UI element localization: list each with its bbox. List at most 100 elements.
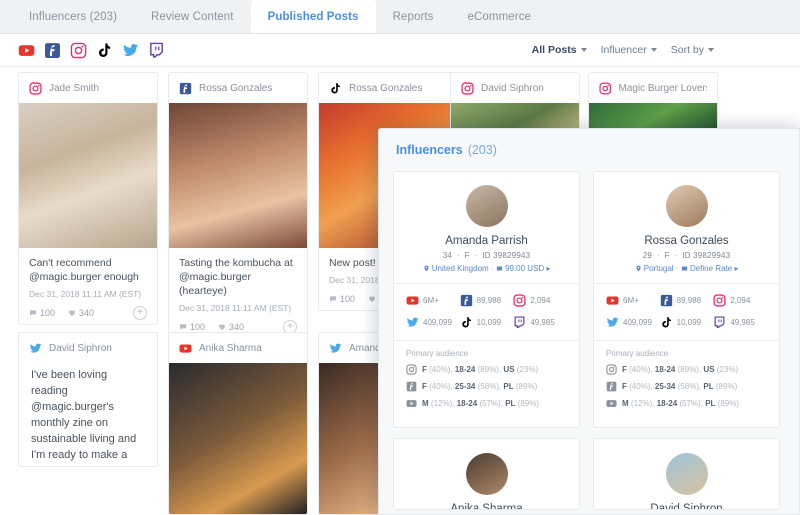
divider	[594, 283, 779, 284]
instagram-icon	[606, 364, 617, 375]
audience-age-pct: (57%)	[479, 399, 500, 408]
stat-tiktok: 10,099	[460, 316, 514, 329]
influencer-id: ID 39829943	[682, 251, 730, 260]
post-card[interactable]: Anika Sharma	[168, 332, 308, 515]
tab-ecommerce[interactable]: eCommerce	[451, 0, 549, 33]
divider	[594, 340, 779, 341]
facebook-icon	[606, 381, 617, 392]
tiktok-icon[interactable]	[96, 42, 113, 59]
influencers-overlay-panel: Influencers (203) Amanda Parrish 34 · F …	[378, 128, 800, 515]
filter-label: Sort by	[671, 44, 704, 56]
youtube-icon[interactable]	[18, 42, 35, 59]
audience-row-youtube: M (12%), 18-24 (57%), PL (89%)	[606, 398, 767, 409]
influencer-name: David Siphron	[606, 503, 767, 510]
avatar	[466, 453, 508, 495]
stat-facebook: 89,988	[460, 294, 514, 307]
overlay-title: Influencers	[396, 143, 463, 157]
chevron-right-icon[interactable]: ▸	[546, 264, 550, 273]
tab-review-content[interactable]: Review Content	[134, 0, 251, 33]
add-post-button[interactable]: +	[133, 306, 147, 320]
chevron-right-icon[interactable]: ▸	[734, 264, 738, 273]
audience-label: Primary audience	[606, 349, 767, 358]
influencer-card[interactable]: Amanda Parrish 34 · F · ID 39829943 Unit…	[393, 171, 580, 428]
twitch-icon	[513, 316, 526, 329]
twitch-icon[interactable]	[148, 42, 165, 59]
influencer-age: 34	[443, 251, 452, 260]
audience-country-pct: (89%)	[516, 382, 537, 391]
influencer-card-grid: Amanda Parrish 34 · F · ID 39829943 Unit…	[379, 171, 799, 428]
influencer-rate[interactable]: Define Rate	[690, 264, 732, 273]
post-card[interactable]: David Siphron I've been loving reading @…	[18, 332, 158, 467]
influencer-card[interactable]: David Siphron	[593, 438, 780, 510]
influencer-meta: 29 · F · ID 39829943	[606, 251, 767, 260]
stat-instagram: 2,094	[513, 294, 567, 307]
filter-dropdowns: All Posts Influencer Sort by	[532, 44, 800, 56]
influencer-rate[interactable]: 99.00 USD	[505, 264, 544, 273]
influencer-card[interactable]: Anika Sharma	[393, 438, 580, 510]
filter-toolbar: All Posts Influencer Sort by	[0, 34, 800, 67]
stat-value: 409,099	[623, 318, 652, 327]
post-text: I've been loving reading @magic.burger's…	[19, 363, 157, 467]
audience-country: PL	[705, 399, 715, 408]
influencer-name: Anika Sharma	[406, 503, 567, 510]
twitter-icon[interactable]	[122, 42, 139, 59]
filter-sort-by[interactable]: Sort by	[671, 44, 714, 56]
tab-published-posts[interactable]: Published Posts	[251, 0, 376, 33]
audience-country-pct: (23%)	[717, 365, 738, 374]
chevron-down-icon	[708, 48, 714, 52]
tab-reports[interactable]: Reports	[376, 0, 451, 33]
audience-gender: F	[622, 365, 627, 374]
post-card[interactable]: Jade Smith Can't recommend @magic.burger…	[18, 72, 158, 325]
youtube-icon	[406, 398, 417, 409]
audience-age-pct: (89%)	[478, 365, 499, 374]
influencer-age: 29	[643, 251, 652, 260]
stat-twitter: 409,099	[606, 316, 660, 329]
stat-value: 49,985	[730, 318, 754, 327]
filter-all-posts[interactable]: All Posts	[532, 44, 587, 56]
stat-value: 409,099	[423, 318, 452, 327]
audience-age-pct: (89%)	[678, 365, 699, 374]
twitter-icon	[329, 342, 342, 355]
audience-label: Primary audience	[406, 349, 567, 358]
youtube-icon	[606, 294, 619, 307]
post-card[interactable]: Rossa Gonzales Tasting the kombucha at @…	[168, 72, 308, 339]
tab-influencers[interactable]: Influencers (203)	[12, 0, 134, 33]
comment-count: 100	[179, 322, 205, 332]
stat-youtube: 6M+	[406, 294, 460, 307]
instagram-icon[interactable]	[70, 42, 87, 59]
post-text: Tasting the kombucha at @magic.burger (h…	[179, 256, 297, 298]
audience-country-pct: (89%)	[518, 399, 539, 408]
twitter-icon	[606, 316, 619, 329]
youtube-icon	[606, 398, 617, 409]
tab-label: Published Posts	[268, 11, 359, 23]
audience-age: 18-24	[657, 399, 677, 408]
money-icon	[496, 265, 503, 272]
instagram-icon	[461, 82, 474, 95]
facebook-icon[interactable]	[44, 42, 61, 59]
influencer-meta: 34 · F · ID 39829943	[406, 251, 567, 260]
audience-row-facebook: F (40%), 25-34 (58%), PL (89%)	[406, 381, 567, 392]
influencer-gender: F	[665, 251, 670, 260]
influencer-card[interactable]: Rossa Gonzales 29 · F · ID 39829943 Port…	[593, 171, 780, 428]
instagram-icon	[406, 364, 417, 375]
youtube-icon	[179, 342, 192, 355]
post-author: Rossa Gonzales	[349, 83, 422, 94]
facebook-icon	[660, 294, 673, 307]
instagram-icon	[29, 82, 42, 95]
influencer-location: United Kingdom	[432, 264, 489, 273]
influencer-name: Amanda Parrish	[406, 235, 567, 247]
audience-country-pct: (89%)	[716, 382, 737, 391]
filter-influencer[interactable]: Influencer	[601, 44, 657, 56]
filter-label: Influencer	[601, 44, 647, 56]
post-author: Jade Smith	[49, 83, 99, 94]
post-card-header: Jade Smith	[19, 73, 157, 103]
audience-gender: F	[622, 382, 627, 391]
post-card-header: Magic Burger Lovers	[589, 73, 717, 103]
audience-row-instagram: F (40%), 18-24 (89%), US (23%)	[406, 364, 567, 375]
location-pin-icon	[423, 265, 430, 272]
influencer-gender: F	[465, 251, 470, 260]
facebook-icon	[406, 381, 417, 392]
audience-age: 18-24	[457, 399, 477, 408]
stat-instagram: 2,094	[713, 294, 767, 307]
platform-stats-grid: 6M+ 89,988 2,094 409,099	[406, 294, 567, 338]
